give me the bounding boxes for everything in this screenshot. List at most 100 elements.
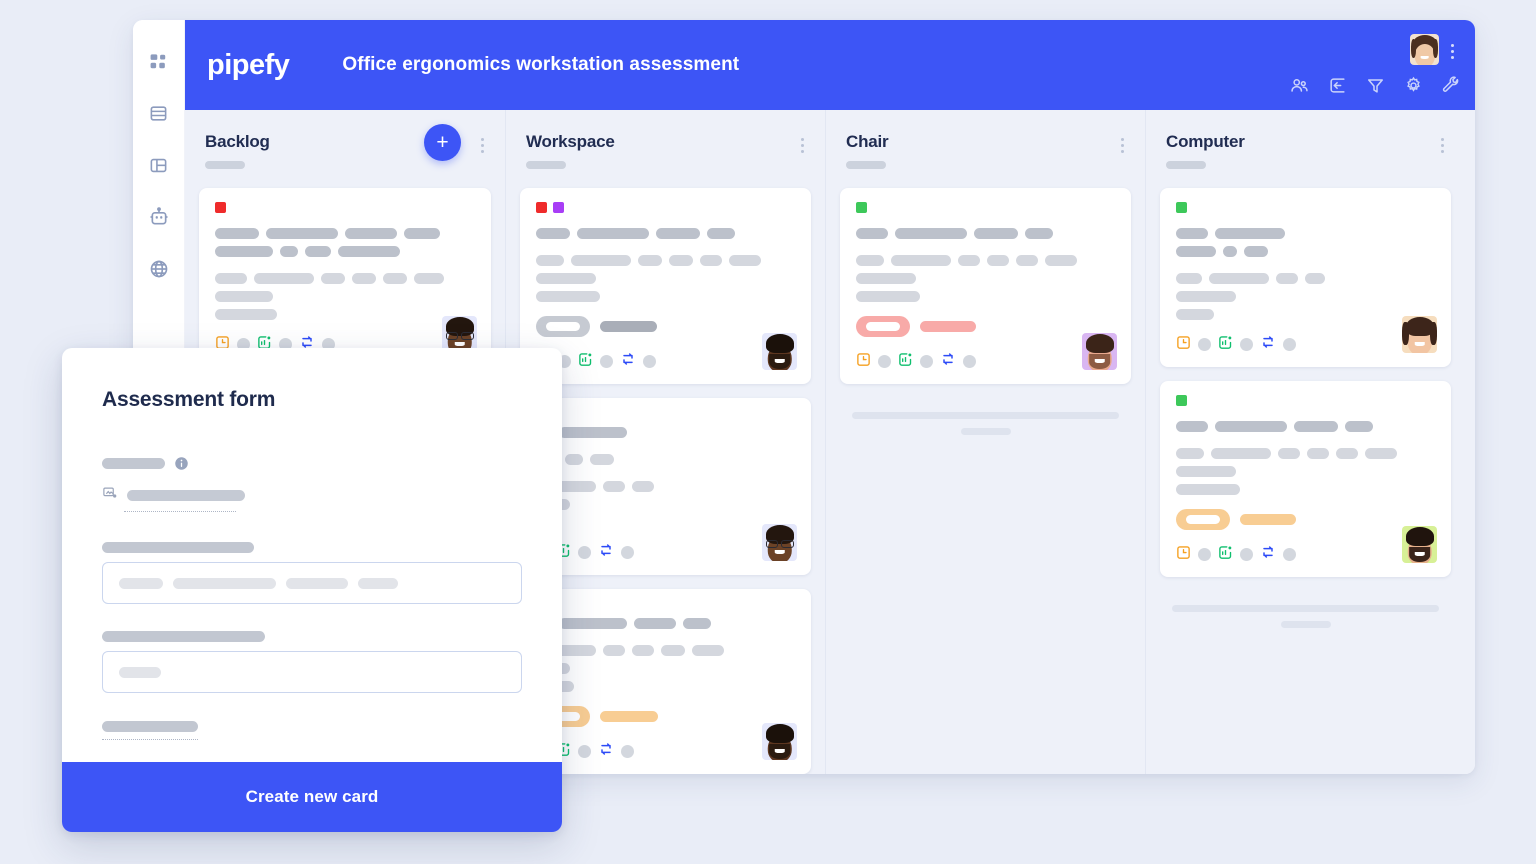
recurrence-icon: [1260, 334, 1276, 355]
form-field-info: [102, 456, 522, 512]
card-meta-placeholder: [1198, 548, 1211, 561]
card-meta-placeholder: [1283, 548, 1296, 561]
gear-icon[interactable]: [1404, 76, 1423, 95]
card-assignee-avatar[interactable]: [1082, 333, 1117, 370]
field-value[interactable]: [102, 485, 522, 505]
card-assignee-avatar[interactable]: [1402, 526, 1437, 563]
column-footer-placeholder: [1160, 591, 1451, 628]
field-underline: [102, 739, 198, 740]
board-card[interactable]: [1160, 381, 1451, 577]
card-meta-placeholder: [621, 546, 634, 559]
recurrence-icon: [620, 351, 636, 372]
header-kebab-menu[interactable]: [1445, 42, 1459, 60]
card-badge: [536, 706, 795, 727]
recurrence-icon: [1260, 544, 1276, 565]
page-title: Office ergonomics workstation assessment: [342, 54, 740, 75]
info-icon[interactable]: [174, 456, 189, 471]
card-assignee-avatar[interactable]: [762, 723, 797, 760]
recurrence-icon: [940, 351, 956, 372]
screen: pipefy Office ergonomics workstation ass…: [0, 0, 1536, 864]
column-kebab-menu[interactable]: [475, 136, 489, 154]
sidebar-item-public[interactable]: [144, 254, 174, 284]
field-label: [102, 542, 522, 553]
label-chip: [1176, 395, 1187, 406]
card-footer: [536, 741, 795, 762]
add-card-button[interactable]: +: [424, 124, 461, 161]
board-card[interactable]: [520, 398, 811, 575]
card-meta-placeholder: [600, 355, 613, 368]
clock-icon: [1176, 335, 1191, 355]
card-badge: [856, 316, 1115, 337]
card-footer: [856, 351, 1115, 372]
column-kebab-menu[interactable]: [1115, 136, 1129, 154]
board-card[interactable]: [840, 188, 1131, 384]
checklist-icon: [578, 352, 593, 372]
column-subtitle-placeholder: [526, 161, 566, 169]
form-field-link: [102, 721, 522, 740]
members-icon[interactable]: [1290, 76, 1309, 95]
column-kebab-menu[interactable]: [795, 136, 809, 154]
globe-icon: [149, 259, 169, 279]
card-assignee-avatar[interactable]: [762, 524, 797, 561]
card-meta-placeholder: [621, 745, 634, 758]
card-meta-placeholder: [1198, 338, 1211, 351]
card-footer: [1176, 544, 1435, 565]
card-meta-placeholder: [643, 355, 656, 368]
label-chip: [1176, 202, 1187, 213]
card-footer: [536, 542, 795, 563]
card-badge: [536, 316, 795, 337]
card-label-chips: [536, 202, 795, 213]
label-chip: [215, 202, 226, 213]
card-meta-placeholder: [578, 546, 591, 559]
card-footer: [536, 351, 795, 372]
wrench-icon[interactable]: [1442, 76, 1461, 95]
form-title: Assessment form: [102, 388, 276, 411]
board-card[interactable]: [1160, 188, 1451, 367]
card-badge: [1176, 509, 1435, 530]
sidebar-item-board[interactable]: [144, 150, 174, 180]
card-meta-placeholder: [878, 355, 891, 368]
avatar[interactable]: [1410, 34, 1439, 65]
card-meta-placeholder: [578, 745, 591, 758]
header-icon-group: [1290, 76, 1461, 95]
checklist-icon: [1218, 335, 1233, 355]
sidebar-item-database[interactable]: [144, 98, 174, 128]
form-body: Assessment form: [62, 348, 562, 762]
card-assignee-avatar[interactable]: [1402, 316, 1437, 353]
label-chip: [856, 202, 867, 213]
field-label: [102, 721, 522, 732]
board-column-chair: Chair: [825, 110, 1145, 774]
form-field-text: [102, 631, 522, 693]
column-title: Chair: [846, 132, 889, 151]
clock-icon: [856, 352, 871, 372]
inbox-archive-icon[interactable]: [1328, 76, 1347, 95]
sidebar-item-automations[interactable]: [144, 202, 174, 232]
column-header: Chair: [840, 132, 1131, 188]
text-input[interactable]: [102, 651, 522, 693]
column-kebab-menu[interactable]: [1435, 136, 1449, 154]
filter-icon[interactable]: [1366, 76, 1385, 95]
column-subtitle-placeholder: [846, 161, 886, 169]
choice-input[interactable]: [102, 562, 522, 604]
checklist-icon: [898, 352, 913, 372]
sidebar-item-apps[interactable]: [144, 46, 174, 76]
card-meta-placeholder: [1240, 338, 1253, 351]
create-new-card-button[interactable]: Create new card: [62, 762, 562, 832]
board-column-computer: Computer: [1145, 110, 1465, 774]
board-card[interactable]: [520, 589, 811, 774]
card-assignee-avatar[interactable]: [762, 333, 797, 370]
column-subtitle-placeholder: [205, 161, 245, 169]
label-chip: [536, 202, 547, 213]
recurrence-icon: [598, 741, 614, 762]
column-header: Workspace: [520, 132, 811, 188]
board-card[interactable]: [520, 188, 811, 384]
board-card[interactable]: [199, 188, 491, 367]
card-meta-placeholder: [920, 355, 933, 368]
field-label: [102, 456, 522, 471]
field-label: [102, 631, 522, 642]
pipefy-logo: pipefy: [207, 48, 290, 81]
checklist-icon: [1218, 545, 1233, 565]
column-subtitle-placeholder: [1166, 161, 1206, 169]
clock-icon: [1176, 545, 1191, 565]
column-footer-placeholder: [840, 398, 1131, 435]
